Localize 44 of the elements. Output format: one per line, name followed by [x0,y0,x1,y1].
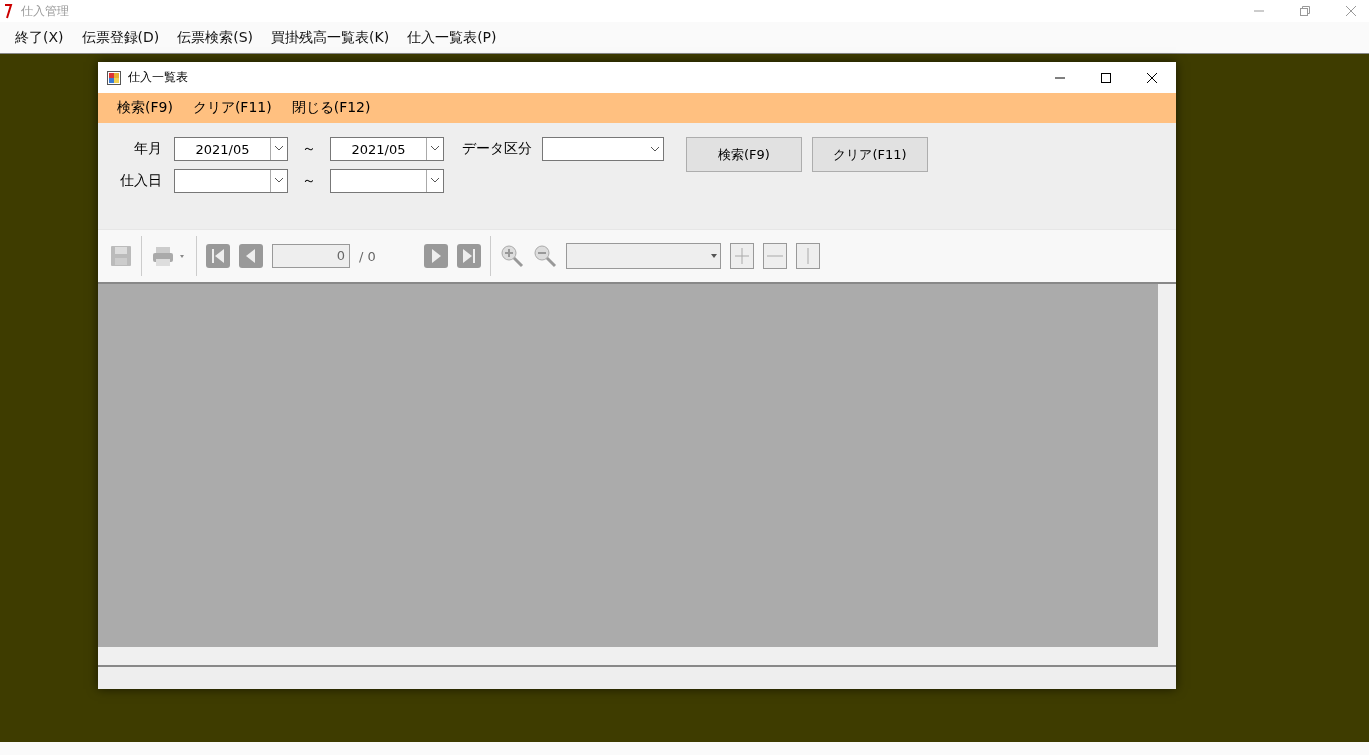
menu-item[interactable]: 終了(X) [6,28,73,47]
fit-page-icon[interactable] [730,243,754,269]
menu-item[interactable]: 買掛残高一覧表(K) [262,28,399,47]
dropdown[interactable] [542,137,664,161]
save-icon[interactable] [110,245,132,267]
field-label: データ区分 [462,140,532,158]
maximize-icon[interactable] [1100,71,1112,84]
zoom-out-icon[interactable] [533,244,557,268]
chevron-down-icon [650,146,660,152]
field-label: 仕入日 [119,172,162,190]
close-icon[interactable] [1146,71,1158,84]
fit-width-icon[interactable] [763,243,787,269]
window-title: 仕入一覧表 [128,69,188,86]
fit-height-icon[interactable] [796,243,820,269]
dropdown[interactable]: 2021/05 [174,137,288,161]
restore-icon[interactable] [1299,5,1311,17]
page-total: / 0 [359,248,377,264]
horizontal-scrollbar[interactable] [98,647,1176,667]
dropdown[interactable] [174,169,288,193]
caret-down-icon [711,254,717,258]
zoom-dropdown[interactable] [566,243,721,269]
dropdown[interactable]: 2021/05 [330,137,444,161]
page-number-field[interactable]: 0 [272,244,350,268]
menu-item[interactable]: 検索(F9) [107,99,183,117]
dropdown[interactable] [330,169,444,193]
field-label: 年月 [133,140,162,158]
menu-item[interactable]: 仕入一覧表(P) [398,28,506,47]
next-page-icon[interactable] [424,244,448,268]
menu-item[interactable]: 閉じる(F12) [281,99,381,117]
printer-icon[interactable] [151,245,187,267]
last-page-icon[interactable] [457,244,481,268]
menu-item[interactable]: 伝票登録(D) [72,28,169,47]
menu-item[interactable]: 伝票検索(S) [168,28,263,47]
app-logo-icon [3,3,13,19]
range-separator: ～ [301,172,317,190]
action-button[interactable]: クリア(F11) [812,137,928,172]
action-button[interactable]: 検索(F9) [686,137,802,172]
form-icon [107,70,121,85]
menu-item[interactable]: クリア(F11) [182,99,282,117]
zoom-in-icon[interactable] [500,244,524,268]
previous-page-icon[interactable] [239,244,263,268]
window-title: 仕入管理 [21,2,69,20]
first-page-icon[interactable] [206,244,230,268]
range-separator: ～ [301,140,317,158]
